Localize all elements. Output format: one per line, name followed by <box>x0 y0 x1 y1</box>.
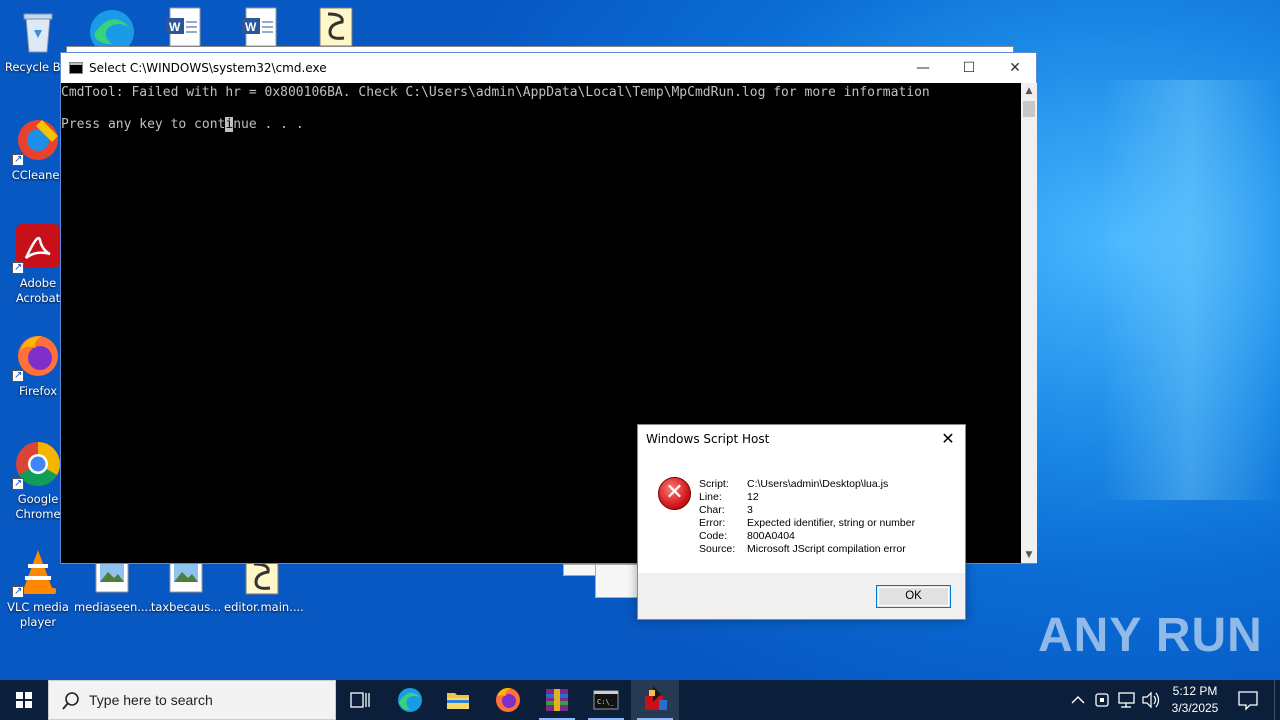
detail-row: Script: C:\Users\admin\Desktop\lua.js <box>699 478 915 491</box>
clock-time: 5:12 PM <box>1172 684 1218 698</box>
detail-key: Char: <box>699 504 725 516</box>
scroll-down-icon[interactable]: ▼ <box>1021 547 1037 563</box>
network-icon[interactable] <box>1116 680 1138 720</box>
detail-key: Error: <box>699 517 726 529</box>
scroll-up-icon[interactable]: ▲ <box>1021 83 1037 99</box>
detail-row: Char: 3 <box>699 504 915 517</box>
chrome-icon <box>12 440 62 491</box>
cmd-icon <box>69 62 83 74</box>
ok-button[interactable]: OK <box>876 585 951 608</box>
error-icon: ✕ <box>658 477 691 510</box>
detail-key: Script: <box>699 478 729 490</box>
console-text: Press any key to cont <box>61 117 226 132</box>
minimize-button[interactable]: — <box>900 53 946 83</box>
detail-value: 800A0404 <box>747 530 795 542</box>
console-scrollbar[interactable]: ▲ ▼ <box>1021 83 1037 563</box>
cmd-icon[interactable]: C:\_ <box>582 680 630 720</box>
console-text: nue . . . <box>233 117 304 132</box>
edge-icon[interactable] <box>88 6 134 54</box>
wallpaper-glow <box>1100 80 1280 500</box>
console-line: Press any key to continue . . . <box>61 117 304 132</box>
detail-key: Line: <box>699 491 722 503</box>
ccleaner-icon <box>12 116 62 167</box>
close-button[interactable]: ✕ <box>992 53 1038 83</box>
start-button[interactable] <box>0 680 48 720</box>
dialog-title: Windows Script Host <box>646 432 770 446</box>
search-placeholder: Type here to search <box>89 692 213 708</box>
show-desktop-button[interactable] <box>1274 680 1280 720</box>
detail-row: Line: 12 <box>699 491 915 504</box>
desktop-icon-label: editor.main.... <box>224 600 304 614</box>
detail-value: 12 <box>747 491 759 503</box>
taskbar: Type here to search C:\_ 5:12 PM 3/3/202… <box>0 680 1280 720</box>
search-box[interactable]: Type here to search <box>48 680 336 720</box>
desktop-icon-label: mediaseen.... <box>74 600 152 614</box>
desktop-icon-label: VLC media player <box>7 600 69 629</box>
desktop-icon-label: taxbecaus... <box>150 600 222 614</box>
shortcut-arrow-icon <box>12 260 24 275</box>
detail-key: Code: <box>699 530 728 542</box>
firefox-icon <box>12 332 62 383</box>
notification-icon[interactable] <box>1236 688 1260 712</box>
meet-now-icon[interactable] <box>1092 680 1114 720</box>
vlc-icon <box>12 548 62 599</box>
desktop-icon-taxbecaus[interactable]: taxbecaus... <box>148 556 224 615</box>
winrar-icon[interactable] <box>533 680 581 720</box>
detail-value: Expected identifier, string or number <box>747 517 916 529</box>
detail-value: C:\Users\admin\Desktop\lua.js <box>747 478 889 490</box>
detail-row: Source: Microsoft JScript compilation err… <box>699 543 915 556</box>
detail-key: Source: <box>699 543 736 555</box>
script-host-dialog[interactable]: Windows Script Host ✕ ✕ Script: C:\Users\… <box>637 424 966 620</box>
shortcut-arrow-icon <box>12 368 24 383</box>
script-host-icon[interactable] <box>631 680 679 720</box>
detail-value: 3 <box>747 504 753 516</box>
svg-text:C:\_: C:\_ <box>597 698 615 706</box>
cmd-titlebar[interactable]: Select C:\WINDOWS\system32\cmd.exe — ☐ ✕ <box>61 53 1036 83</box>
detail-row: Code: 800A0404 <box>699 530 915 543</box>
clock[interactable]: 5:12 PM 3/3/2025 <box>1162 683 1228 717</box>
svg-text:W: W <box>169 20 181 34</box>
script-icon[interactable] <box>316 6 360 47</box>
adobe-acrobat-icon <box>12 224 62 275</box>
error-details: Script: C:\Users\admin\Desktop\lua.js Lin… <box>699 478 915 556</box>
recycle-bin-icon <box>14 8 62 56</box>
desktop-icon-editor-main[interactable]: editor.main.... <box>224 556 304 615</box>
scroll-thumb[interactable] <box>1023 101 1035 117</box>
detail-value: Microsoft JScript compilation error <box>747 543 906 555</box>
edge-icon[interactable] <box>386 680 434 720</box>
background-window-edge <box>595 564 641 598</box>
chevron-up-icon[interactable] <box>1068 680 1088 720</box>
shortcut-arrow-icon <box>12 476 24 491</box>
volume-icon[interactable] <box>1140 680 1162 720</box>
close-icon[interactable]: ✕ <box>935 427 961 451</box>
detail-row: Error: Expected identifier, string or num… <box>699 517 915 530</box>
file-explorer-icon[interactable] <box>434 680 482 720</box>
desktop-icon-mediaseen[interactable]: mediaseen.... <box>74 556 152 615</box>
word-doc-icon[interactable]: W <box>240 6 284 47</box>
dialog-footer: OK <box>638 573 965 619</box>
task-view-icon[interactable] <box>336 680 384 720</box>
anyrun-watermark: ANY RUN <box>1038 609 1263 662</box>
shortcut-arrow-icon <box>12 584 24 599</box>
clock-date: 3/3/2025 <box>1171 701 1219 715</box>
cmd-title: Select C:\WINDOWS\system32\cmd.exe <box>89 61 327 75</box>
maximize-button[interactable]: ☐ <box>946 53 992 83</box>
shortcut-arrow-icon <box>12 152 24 167</box>
word-doc-icon[interactable]: W <box>164 6 208 47</box>
svg-text:W: W <box>245 20 257 34</box>
firefox-icon[interactable] <box>484 680 532 720</box>
search-icon <box>61 691 81 711</box>
console-line: CmdTool: Failed with hr = 0x800106BA. Ch… <box>61 85 930 100</box>
